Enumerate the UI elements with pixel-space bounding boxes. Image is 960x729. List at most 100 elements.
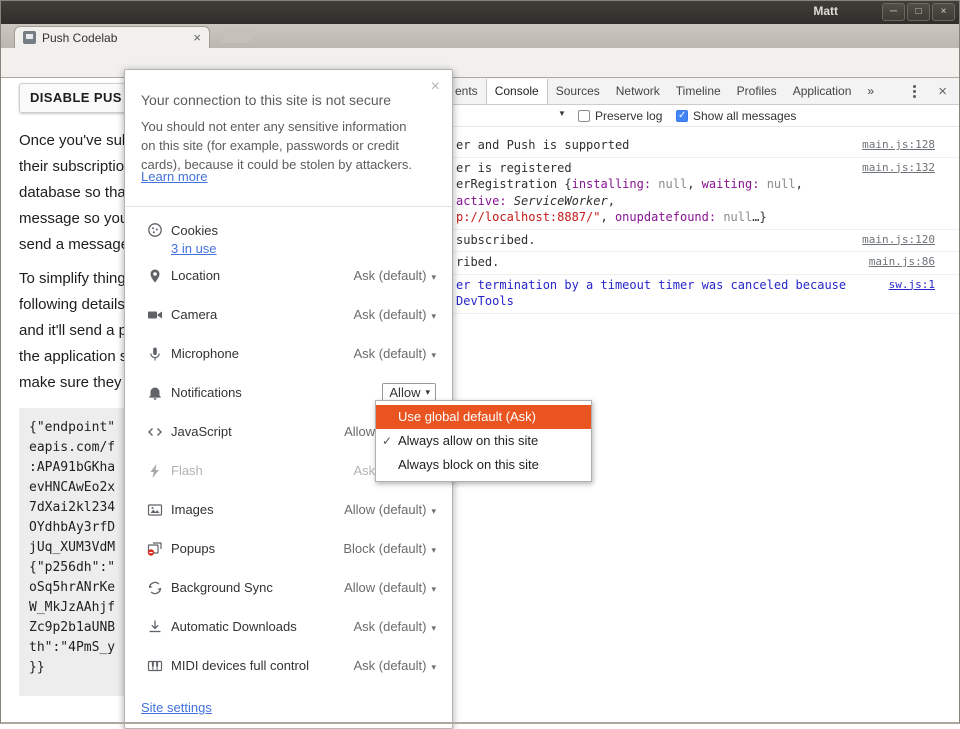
dropdown-caret-icon: ▾ [431,545,436,555]
background-sync-permission-dropdown[interactable]: Allow (default)▾ [344,580,436,595]
permission-row-popups: PopupsBlock (default)▾ [141,529,436,568]
microphone-permission-dropdown[interactable]: Ask (default)▾ [353,346,436,361]
dropdown-caret-icon: ▾ [431,350,436,360]
devtools-tab-profiles[interactable]: Profiles [729,79,785,104]
permission-label: JavaScript [171,424,232,439]
console-messages: er and Push is supportedmain.js:128er is… [369,127,959,314]
permission-label: Automatic Downloads [171,619,297,634]
microphone-icon [147,346,163,362]
maximize-button[interactable]: □ [907,3,930,21]
frame-selector-dropdown[interactable]: ▼ [558,109,566,118]
divider [125,206,452,207]
midi-icon [147,658,163,674]
page-text-line: and it'll send a pu [19,318,126,344]
cookies-in-use-link[interactable]: 3 in use [171,241,217,256]
site-info-popup: × Your connection to this site is not se… [124,69,453,729]
new-tab-button[interactable] [220,29,256,43]
console-entry: er termination by a timeout timer was ca… [369,275,959,314]
window-titlebar: Matt ─□× [0,0,960,24]
tab-strip: Push Codelab × [0,24,960,48]
devtools-tab-sources[interactable]: Sources [548,79,608,104]
console-source-link[interactable]: sw.js:1 [889,277,935,294]
page-text-line: the application se [19,344,126,370]
console-message: er and Push is supported [456,137,850,154]
devtools-close-icon[interactable]: × [938,84,947,99]
camera-permission-dropdown[interactable]: Ask (default)▾ [353,307,436,322]
dropdown-caret-icon: ▾ [431,584,436,594]
permission-row-background-sync: Background Sync Allow (default)▾ [141,568,436,607]
console-source-link[interactable]: main.js:128 [862,137,935,154]
page-text-line: To simplify things [19,266,126,292]
console-source-link[interactable]: main.js:120 [862,232,935,249]
devtools-tab-timeline[interactable]: Timeline [668,79,729,104]
permission-label: MIDI devices full control [171,658,309,673]
check-icon: ✓ [382,429,392,453]
console-entry: subscribed. main.js:120 [369,230,959,253]
menu-item-always-allow-on-this-site[interactable]: ✓Always allow on this site [376,429,591,453]
automatic-downloads-icon [147,619,163,635]
browser-tab[interactable]: Push Codelab × [14,26,210,48]
menu-item-use-global-default-ask-[interactable]: Use global default (Ask) [376,405,591,429]
cookies-icon [147,222,163,238]
images-permission-dropdown[interactable]: Allow (default)▾ [344,502,436,517]
devtools-tabbar: entsConsoleSourcesNetworkTimelineProfile… [369,78,959,105]
permission-label: Microphone [171,346,239,361]
devtools-tab-»[interactable]: » [859,79,882,104]
tab-close-icon[interactable]: × [193,31,201,44]
show-all-messages-checkbox[interactable] [676,110,688,122]
page-paragraph: Once you've subtheir subscriptiondatabas… [19,128,126,258]
cookies-section: Cookies [147,222,218,238]
console-entry: ribed.main.js:86 [369,252,959,275]
permission-label: Camera [171,307,217,322]
devtools-tab-ents[interactable]: ents [454,79,486,104]
close-button[interactable]: × [932,3,955,21]
console-message: er termination by a timeout timer was ca… [456,277,877,310]
permission-row-camera: Camera Ask (default)▾ [141,295,436,334]
site-settings-link[interactable]: Site settings [141,700,212,715]
page-paragraph: To simplify thingsfollowing detailsand i… [19,266,126,396]
disable-push-button[interactable]: DISABLE PUS [19,83,129,113]
permission-label: Background Sync [171,580,273,595]
preserve-log-label[interactable]: Preserve log [595,105,662,127]
permission-label: Images [171,502,214,517]
dropdown-caret-icon: ▾ [425,387,430,398]
midi-permission-dropdown[interactable]: Ask (default)▾ [353,658,436,673]
dropdown-caret-icon: ▾ [431,662,436,672]
automatic-downloads-permission-dropdown[interactable]: Ask (default)▾ [353,619,436,634]
cookies-label: Cookies [171,223,218,238]
tab-favicon [23,31,36,44]
permission-label: Flash [171,463,203,478]
page-text-line: their subscription [19,154,126,180]
minimize-button[interactable]: ─ [882,3,905,21]
console-entry: er and Push is supported main.js:128 [369,135,959,158]
dropdown-caret-icon: ▾ [431,506,436,516]
permission-row-automatic-downloads: Automatic Downloads Ask (default)▾ [141,607,436,646]
notifications-icon [147,385,163,401]
console-toolbar: ▼ Preserve log Show all messages [369,105,959,127]
console-source-link[interactable]: main.js:132 [862,160,935,177]
devtools-tab-application[interactable]: Application [785,79,860,104]
page-text-line: database so that [19,180,126,206]
page-text-line: following details [19,292,126,318]
profile-name[interactable]: Matt [813,4,838,18]
popup-description-line: You should not enter any sensitive infor… [141,117,440,136]
permission-row-images: Images Allow (default)▾ [141,490,436,529]
devtools-tab-console[interactable]: Console [486,79,548,104]
background-sync-icon [147,580,163,596]
learn-more-link[interactable]: Learn more [141,169,207,185]
permission-label: Location [171,268,220,283]
devtools-menu-button[interactable] [908,90,920,93]
console-message: subscribed. [456,232,850,249]
preserve-log-checkbox[interactable] [578,110,590,122]
popups-permission-dropdown[interactable]: Block (default)▾ [343,541,436,556]
camera-icon [147,307,163,323]
tab-title: Push Codelab [42,31,193,45]
vertical-dots-icon [913,90,916,93]
show-all-messages-label[interactable]: Show all messages [693,105,796,127]
console-source-link[interactable]: main.js:86 [869,254,935,271]
popup-close-icon[interactable]: × [431,78,440,96]
permission-row-location: Location Ask (default)▾ [141,256,436,295]
menu-item-always-block-on-this-site[interactable]: Always block on this site [376,453,591,477]
location-permission-dropdown[interactable]: Ask (default)▾ [353,268,436,283]
devtools-tab-network[interactable]: Network [608,79,668,104]
